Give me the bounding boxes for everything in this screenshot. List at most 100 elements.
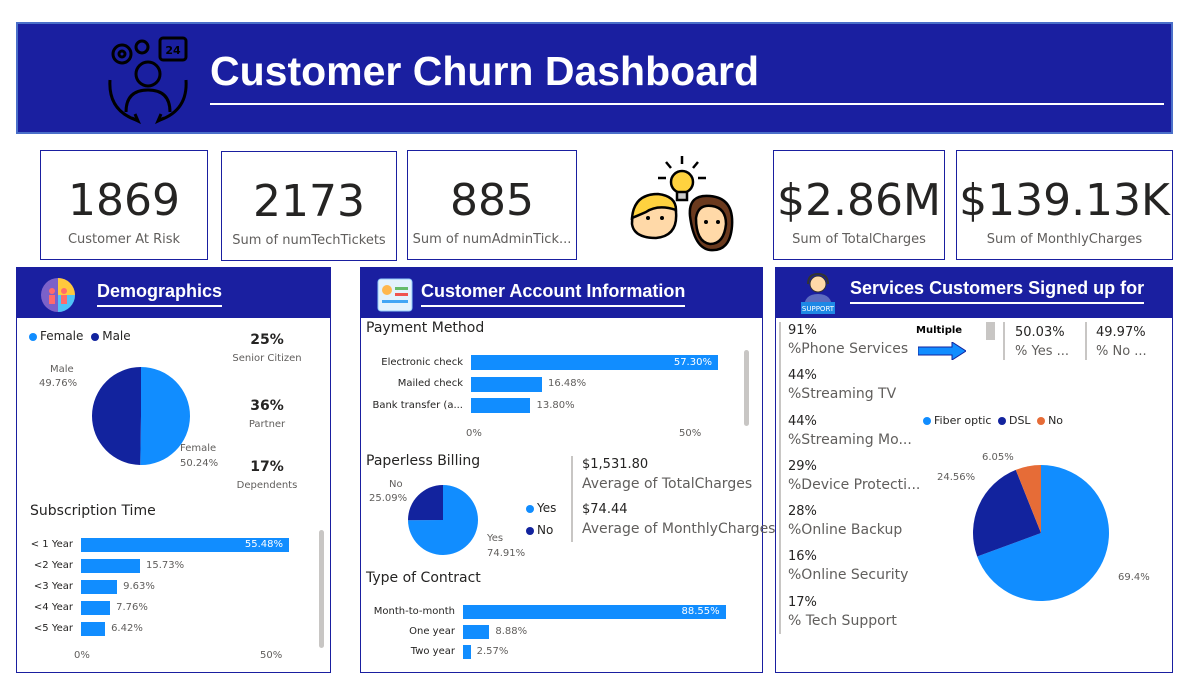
card-value: $1,531.80 xyxy=(582,457,649,472)
services-panel: SUPPORT Services Customers Signed up for… xyxy=(775,267,1173,673)
data-label: 8.88% xyxy=(495,626,528,637)
paperless-pie-chart[interactable] xyxy=(401,478,491,568)
pie-pct-yes: 74.91% xyxy=(487,548,526,559)
partner-stat: 36% Partner xyxy=(222,398,312,430)
stat-value: 25% xyxy=(250,332,284,348)
avg-total-charges: $1,531.80 Average of TotalCharges xyxy=(582,457,752,492)
axis-tick: 0% xyxy=(74,650,90,661)
data-label: 55.48% xyxy=(244,539,284,550)
service-label: % Tech Support xyxy=(788,612,897,629)
kpi-value: 885 xyxy=(450,175,534,226)
multiple-no-card: 49.97% % No ... xyxy=(1096,325,1147,359)
pie-pct-dsl: 24.56% xyxy=(937,472,976,483)
axis-tick: 0% xyxy=(466,428,482,439)
legend-no: No xyxy=(1048,414,1064,427)
svg-text:24: 24 xyxy=(165,44,181,57)
paperless-billing-title: Paperless Billing xyxy=(366,453,481,469)
card-value: 50.03% xyxy=(1015,325,1065,340)
card-label: % Yes ... xyxy=(1015,344,1069,359)
kpi-admin-tickets[interactable]: 885 Sum of numAdminTick... xyxy=(407,150,577,260)
service-value: 44% xyxy=(788,413,817,429)
service-value: 17% xyxy=(788,594,817,610)
kpi-label: Sum of numAdminTick... xyxy=(412,232,572,247)
service-item: 44% %Streaming TV xyxy=(788,368,938,413)
kpi-value: 1869 xyxy=(68,175,180,226)
kpi-value: 2173 xyxy=(253,176,365,227)
title-underline xyxy=(210,103,1164,105)
legend-male: Male xyxy=(102,329,131,343)
panel-title: Services Customers Signed up for xyxy=(850,278,1145,304)
payment-method-title: Payment Method xyxy=(366,320,485,336)
scrollbar[interactable] xyxy=(319,530,324,648)
paperless-legend-yes: Yes xyxy=(526,501,556,515)
bar[interactable] xyxy=(81,601,111,615)
data-label: 57.30% xyxy=(673,356,712,368)
panel-header: Customer Account Information xyxy=(361,268,762,318)
data-label: 9.63% xyxy=(123,581,155,592)
subscription-title: Subscription Time xyxy=(30,503,156,519)
dashboard-header: 24 Customer Churn Dashboard xyxy=(16,22,1173,134)
service-item: 17% % Tech Support xyxy=(788,595,938,640)
pie-label-female: Female xyxy=(180,443,217,454)
internet-pie-chart[interactable] xyxy=(951,448,1131,608)
contract-bar-chart[interactable]: Month-to-month 88.55% One year 8.88% Two yea… xyxy=(361,603,751,669)
kpi-total-charges[interactable]: $2.86M Sum of TotalCharges xyxy=(773,150,945,260)
services-list: 91% %Phone Services 44% %Streaming TV 44% %St… xyxy=(788,323,938,640)
divider xyxy=(779,322,781,634)
dependents-stat: 17% Dependents xyxy=(222,459,312,497)
data-label: 16.48% xyxy=(548,378,587,389)
kpi-value: $139.13K xyxy=(959,175,1170,226)
bar[interactable] xyxy=(81,580,118,594)
arrow-right-icon xyxy=(918,342,966,360)
stat-value: 36% xyxy=(250,398,284,414)
stat-label: Dependents xyxy=(236,480,298,491)
legend-dsl: DSL xyxy=(1008,414,1031,427)
avg-monthly-charges: $74.44 Average of MonthlyCharges xyxy=(582,502,775,537)
bar[interactable] xyxy=(471,398,531,413)
pie-slice-male[interactable] xyxy=(91,367,141,465)
subscription-bar-chart[interactable]: < 1 Year 55.48% <2 Year 15.73% <3 Year 9.63% <… xyxy=(17,530,317,650)
demographics-panel: Demographics Female Male Male 49.76% Fem… xyxy=(16,267,331,673)
service-item: 29% %Device Protecti... xyxy=(788,459,938,504)
kpi-monthly-charges[interactable]: $139.13K Sum of MonthlyCharges xyxy=(956,150,1173,260)
senior-citizen-stat: 25% Senior Citizen xyxy=(222,332,312,364)
service-label: %Phone Services xyxy=(788,341,909,357)
pie-slice-no[interactable] xyxy=(408,485,443,521)
category-label: <5 Year xyxy=(33,623,73,634)
pie-pct-female: 50.24% xyxy=(180,458,219,469)
category-label: <2 Year xyxy=(33,560,73,571)
support-agent-icon: SUPPORT xyxy=(801,272,835,314)
demographics-icon xyxy=(41,278,75,312)
payment-bar-chart[interactable]: Electronic check 57.30% Mailed check 16.48%… xyxy=(361,348,751,418)
category-label: One year xyxy=(409,626,455,637)
bar[interactable] xyxy=(463,645,471,659)
card-label: Average of TotalCharges xyxy=(582,476,753,492)
stat-value: 17% xyxy=(250,459,284,475)
kpi-customer-at-risk[interactable]: 1869 Customer At Risk xyxy=(40,150,208,260)
service-item: 28% %Online Backup xyxy=(788,504,938,549)
service-label: %Online Backup xyxy=(788,522,903,539)
bar[interactable] xyxy=(81,559,140,573)
data-label: 13.80% xyxy=(536,399,575,411)
paperless-legend-no: No xyxy=(526,523,553,537)
pie-pct-no: 25.09% xyxy=(369,493,408,504)
service-item: 16% %Online Security xyxy=(788,549,938,594)
account-info-icon xyxy=(377,278,413,312)
category-label: Two year xyxy=(410,646,455,657)
category-label: <4 Year xyxy=(33,602,73,613)
pie-pct-fiber: 69.4% xyxy=(1118,572,1150,583)
bar[interactable] xyxy=(81,622,106,636)
bar[interactable] xyxy=(463,625,490,639)
internet-legend: Fiber optic DSL No xyxy=(923,414,1063,427)
account-panel: Customer Account Information Payment Met… xyxy=(360,267,775,673)
kpi-tech-tickets[interactable]: 2173 Sum of numTechTickets xyxy=(221,151,397,261)
category-label: Bank transfer (a... xyxy=(372,399,463,411)
legend-fiber: Fiber optic xyxy=(934,414,992,427)
service-label: %Device Protecti... xyxy=(788,476,921,493)
kpi-label: Customer At Risk xyxy=(67,232,181,247)
scrollbar[interactable] xyxy=(744,350,749,426)
bar[interactable] xyxy=(471,376,543,392)
kpi-label: Sum of TotalCharges xyxy=(792,232,926,247)
dashboard-title: Customer Churn Dashboard xyxy=(210,48,759,94)
pie-pct-no: 6.05% xyxy=(982,452,1014,463)
